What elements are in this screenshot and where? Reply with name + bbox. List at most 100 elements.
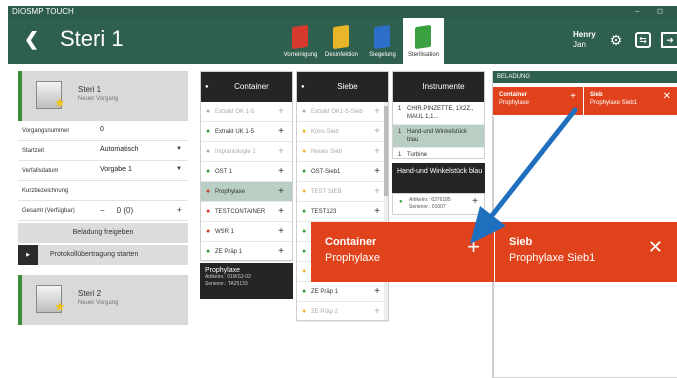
container-item[interactable]: ● ZE Präp 1 + <box>201 242 292 262</box>
step-label: Siegelung <box>369 52 396 58</box>
add-button[interactable]: + <box>278 142 284 162</box>
container-item-label: ZE Präp 1 <box>215 249 243 255</box>
book-icon <box>333 24 349 50</box>
logout-icon[interactable]: ➜ <box>661 32 677 48</box>
sterilizer-card-2[interactable]: ★ Steri 2 Neuer Vorgang <box>18 275 188 325</box>
container-item[interactable]: ● Implantologie 1 + <box>201 142 292 162</box>
sterilizer-card-1[interactable]: ★ Steri 1 Neuer Vorgang <box>18 71 188 121</box>
field-startzeit[interactable]: Startzeit Automatisch ▼ <box>18 141 188 161</box>
add-button[interactable]: + <box>278 202 284 222</box>
container-item-label: Extrakt UK 1-5 <box>215 129 255 135</box>
scrollbar-thumb[interactable] <box>384 106 388 196</box>
sieb-item[interactable]: ● TEST123 + <box>297 202 388 222</box>
plus-button[interactable]: + <box>177 205 182 215</box>
container-header: ● Container <box>201 72 292 102</box>
field-value: 0 <box>100 126 104 133</box>
status-dot-icon: ● <box>206 228 211 235</box>
add-button[interactable]: + <box>374 162 380 182</box>
play-icon: ▶ <box>18 245 38 265</box>
add-button[interactable]: + <box>374 142 380 162</box>
status-dot-icon: ● <box>206 148 211 155</box>
step-siegelung[interactable]: Siegelung <box>362 18 403 64</box>
close-icon[interactable]: ✕ <box>648 236 663 258</box>
sieb-item-label: TEST SIEB <box>311 189 342 195</box>
container-column: ● Container ● Extrakt OK 1-5 + ● Extrakt UK … <box>200 71 293 262</box>
plus-icon[interactable]: + <box>467 236 480 258</box>
startzeit-select[interactable]: Automatisch <box>100 146 139 153</box>
add-button[interactable]: + <box>278 102 284 122</box>
status-dot-icon: ● <box>302 108 307 115</box>
gear-icon[interactable]: ⚙ <box>608 32 624 48</box>
container-item[interactable]: ● OST 1 + <box>201 162 292 182</box>
bullet-icon: ● <box>301 84 305 90</box>
sieb-item[interactable]: ● OST-Sieb1 + <box>297 162 388 182</box>
add-button[interactable]: + <box>278 242 284 262</box>
sieb-item[interactable]: ● ZE Präp 1 + <box>297 282 388 302</box>
switch-icon[interactable]: ⇆ <box>635 32 651 48</box>
container-item[interactable]: ● Extrakt OK 1-5 + <box>201 102 292 122</box>
beladung-sieb-tile[interactable]: Sieb Prophylaxe Sieb1 ✕ <box>584 87 677 115</box>
status-dot-icon: ● <box>302 208 307 215</box>
book-icon <box>292 24 308 50</box>
add-button[interactable]: + <box>570 92 576 102</box>
add-button[interactable]: + <box>278 222 284 242</box>
step-desinfektion[interactable]: Desinfektion <box>321 18 362 64</box>
sieb-item[interactable]: ● Extrakt OK1-5-Sieb + <box>297 102 388 122</box>
add-button[interactable]: + <box>374 302 380 322</box>
field-vorgangsnummer: Vorgangsnummer 0 <box>18 121 188 141</box>
status-dot-icon: ● <box>302 248 307 255</box>
window-controls[interactable]: – ◻ <box>635 6 671 18</box>
add-button[interactable]: + <box>374 122 380 142</box>
zoom-sieb-value: Prophylaxe Sieb1 <box>509 252 596 264</box>
user-info: Henry Jan <box>573 30 596 50</box>
dropdown-icon[interactable]: ▼ <box>176 146 182 152</box>
beladung-row: Container Prophylaxe + Sieb Prophylaxe S… <box>493 87 677 115</box>
instrument-item[interactable]: 1 CHIR.PINZETTE, 1X2Z., MAUL 1,1... <box>393 102 484 125</box>
zoom-sieb-tile[interactable]: Sieb Prophylaxe Sieb1 ✕ <box>495 222 677 282</box>
add-button[interactable]: + <box>278 162 284 182</box>
field-verfallsdatum[interactable]: Verfallsdatum Vorgabe 1 ▼ <box>18 161 188 181</box>
container-item[interactable]: ● Extrakt UK 1-5 + <box>201 122 292 142</box>
minus-button[interactable]: − <box>100 206 105 215</box>
sieb-item[interactable]: ● ZE Präp 2 + <box>297 302 388 322</box>
protokoll-button[interactable]: ▶ Protokollübertragung starten <box>18 245 188 265</box>
container-item-label: Prophylaxe <box>215 189 246 195</box>
add-button[interactable]: + <box>374 182 380 202</box>
verfallsdatum-select[interactable]: Vorgabe 1 <box>100 166 132 173</box>
sieb-item[interactable]: ● Kons-Sieb + <box>297 122 388 142</box>
beladung-freigeben-button[interactable]: Beladung freigeben <box>18 223 188 243</box>
sieb-item-label: Neues Sieb <box>311 149 343 155</box>
container-item[interactable]: ● WSR 1 + <box>201 222 292 242</box>
star-icon: ★ <box>54 299 66 314</box>
scrollbar[interactable] <box>384 102 388 320</box>
status-dot-icon: ● <box>302 228 307 235</box>
container-item[interactable]: ● TESTCONTAINER + <box>201 202 292 222</box>
container-item[interactable]: ● Prophylaxe + <box>201 182 292 202</box>
container-item-label: Implantologie 1 <box>215 149 256 155</box>
dropdown-icon[interactable]: ▼ <box>176 166 182 172</box>
zoom-container-key: Container <box>325 236 377 248</box>
siebe-header-label: Siebe <box>337 82 358 91</box>
add-button[interactable]: + <box>278 182 284 202</box>
field-kurzbezeichnung[interactable]: Kurzbezeichnung <box>18 181 188 201</box>
zoom-container-tile[interactable]: Container Prophylaxe + <box>311 222 495 282</box>
back-arrow-icon[interactable]: ❮ <box>24 29 39 50</box>
add-button[interactable]: + <box>374 102 380 122</box>
instrument-item[interactable]: 1 Hand-und Winkelstück blau <box>393 125 484 148</box>
app-header: ❮ Steri 1 Vorreinigung Desinfektion Sieg… <box>8 18 677 64</box>
step-vorreinigung[interactable]: Vorreinigung <box>280 18 321 64</box>
beladung-container-tile[interactable]: Container Prophylaxe + <box>493 87 583 115</box>
sieb-item-label: OST-Sieb1 <box>311 169 341 175</box>
add-button[interactable]: + <box>374 282 380 302</box>
sieb-item-label: Kons-Sieb <box>311 129 339 135</box>
sieb-item[interactable]: ● Neues Sieb + <box>297 142 388 162</box>
status-dot-icon: ● <box>206 128 211 135</box>
add-button[interactable]: + <box>374 202 380 222</box>
sieb-item[interactable]: ● TEST SIEB + <box>297 182 388 202</box>
add-button[interactable]: + <box>278 122 284 142</box>
step-sterilisation[interactable]: Sterilisation <box>403 18 444 64</box>
status-dot-icon: ● <box>206 188 211 195</box>
siebe-list: ● Extrakt OK1-5-Sieb + ● Kons-Sieb + ● Neues Si… <box>297 102 388 322</box>
close-icon[interactable]: ✕ <box>663 92 671 102</box>
add-instrument-button[interactable]: + <box>472 197 478 207</box>
